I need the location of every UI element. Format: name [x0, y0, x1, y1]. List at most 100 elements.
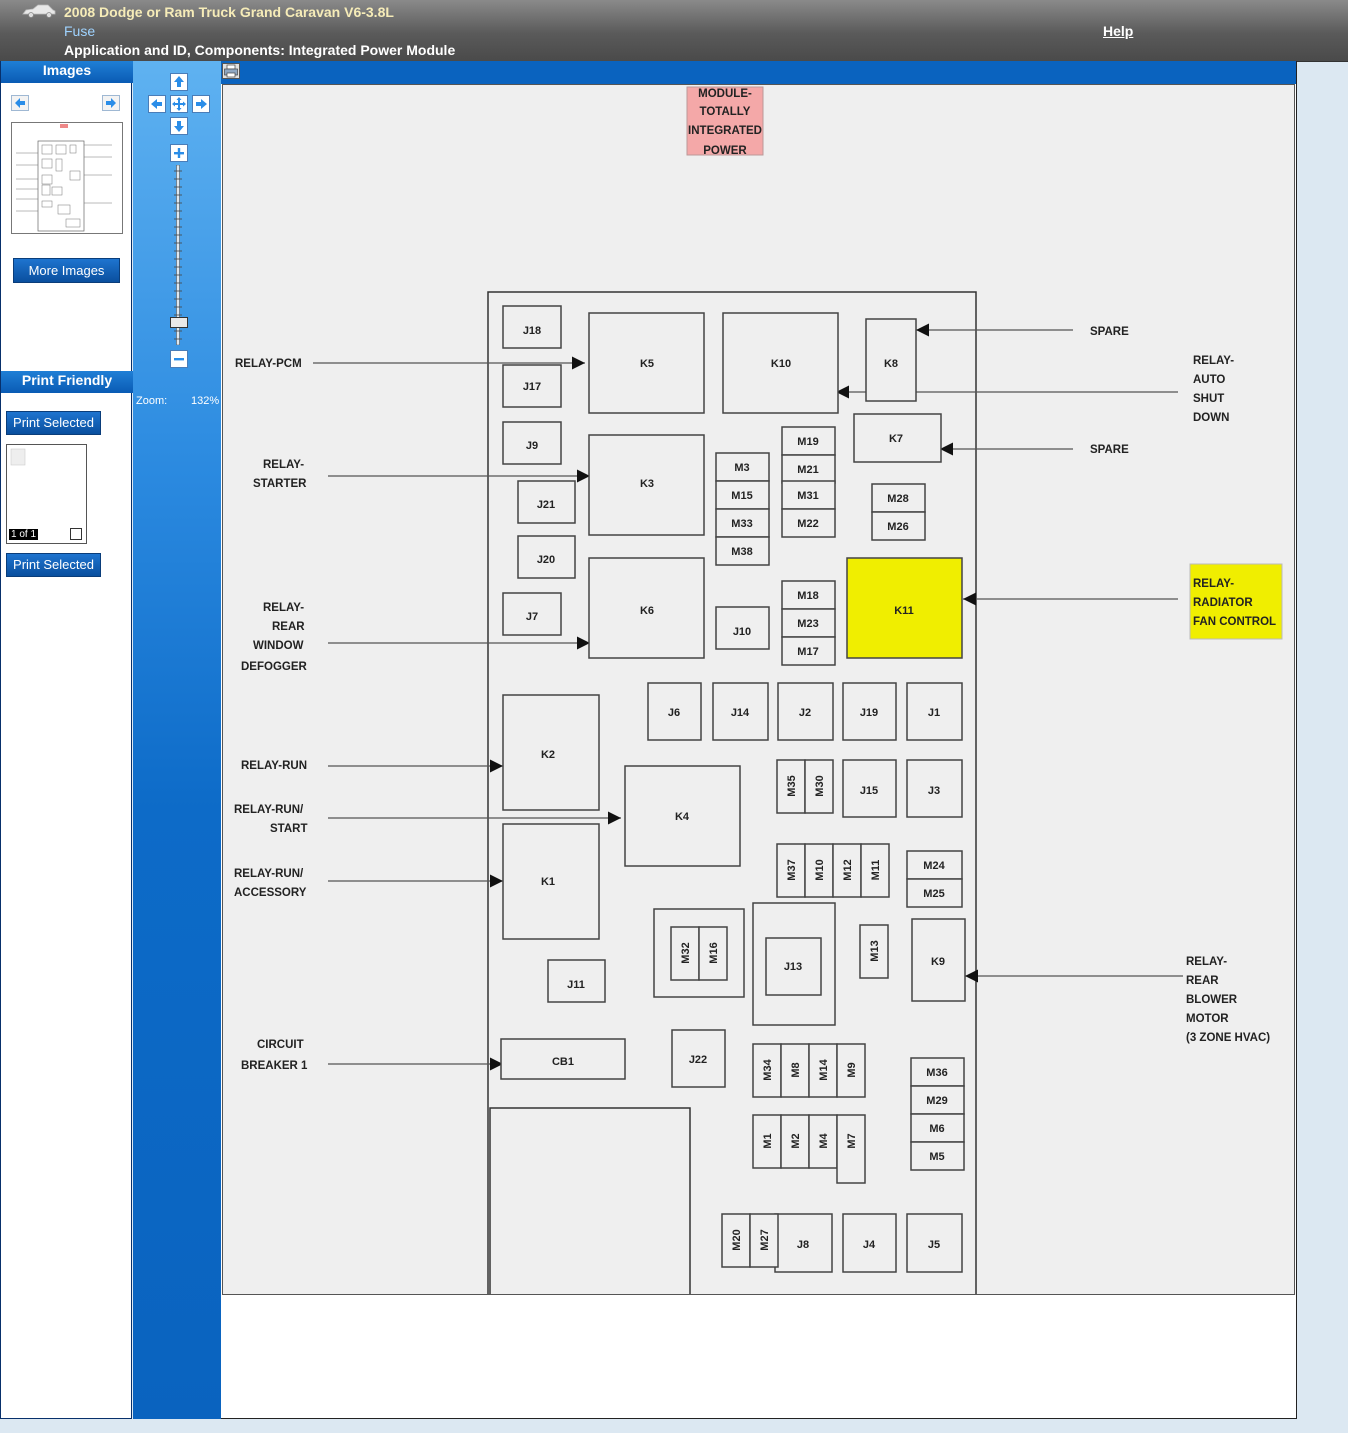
comp-M26: M26	[887, 521, 908, 533]
comp-J19: J19	[860, 707, 878, 719]
comp-M21: M21	[797, 464, 818, 476]
comp-J7: J7	[526, 611, 538, 623]
category-link[interactable]: Fuse	[64, 23, 95, 39]
comp-M6: M6	[929, 1123, 944, 1135]
arrow-down-icon	[174, 121, 184, 132]
comp-M38: M38	[731, 546, 752, 558]
arrow-right-icon	[106, 98, 116, 108]
label-blower-1: RELAY-	[1186, 956, 1227, 968]
print-button[interactable]	[222, 63, 240, 79]
fuse-diagram-svg: MODULE- TOTALLY INTEGRATED POWER RELAY-P…	[234, 86, 1283, 1294]
comp-M27: M27	[759, 1229, 771, 1250]
zoom-in-button[interactable]	[170, 144, 188, 162]
label-relay-run: RELAY-RUN	[241, 760, 307, 772]
label-spare-2: SPARE	[1090, 444, 1129, 456]
help-link[interactable]: Help	[1103, 23, 1133, 39]
comp-M35: M35	[786, 775, 798, 796]
comp-K2: K2	[541, 749, 555, 761]
arrow-left-icon	[15, 98, 25, 108]
label-relay-pcm: RELAY-PCM	[235, 358, 302, 370]
comp-K1: K1	[541, 876, 555, 888]
comp-M1: M1	[762, 1133, 774, 1148]
comp-M5: M5	[929, 1151, 944, 1163]
title-line-2: TOTALLY	[700, 106, 751, 118]
comp-K5: K5	[640, 358, 654, 370]
label-fan-1: RELAY-	[1193, 578, 1234, 590]
fuse-diagram[interactable]: MODULE- TOTALLY INTEGRATED POWER RELAY-P…	[222, 84, 1295, 1295]
comp-M25: M25	[923, 888, 944, 900]
comp-K9: K9	[931, 956, 945, 968]
comp-M33: M33	[731, 518, 752, 530]
plus-icon	[174, 148, 184, 158]
minus-icon	[174, 358, 184, 361]
label-asd-4: DOWN	[1193, 412, 1229, 424]
comp-M19: M19	[797, 436, 818, 448]
pan-right-button[interactable]	[192, 95, 210, 113]
comp-M4: M4	[818, 1132, 830, 1148]
comp-M18: M18	[797, 590, 818, 602]
label-defogger-2: REAR	[272, 621, 305, 633]
comp-J1: J1	[928, 707, 940, 719]
images-header: Images	[1, 61, 133, 83]
label-blower-2: REAR	[1186, 975, 1219, 987]
comp-M17: M17	[797, 646, 818, 658]
print-selected-button-top[interactable]: Print Selected	[6, 411, 101, 435]
label-relay-starter-1: RELAY-	[263, 459, 304, 471]
printer-icon	[224, 64, 238, 78]
label-defogger-3: WINDOW	[253, 640, 304, 652]
comp-M14: M14	[818, 1058, 830, 1080]
header-bar: 2008 Dodge or Ram Truck Grand Caravan V6…	[0, 0, 1348, 62]
page-select-checkbox[interactable]	[70, 528, 82, 540]
comp-J2: J2	[799, 707, 811, 719]
title-line-1: MODULE-	[698, 88, 752, 100]
zoom-slider-handle[interactable]	[170, 317, 188, 328]
comp-M2: M2	[790, 1133, 802, 1148]
comp-J20: J20	[537, 554, 555, 566]
zoom-label: Zoom:	[136, 395, 168, 407]
pan-down-button[interactable]	[170, 117, 188, 135]
pan-left-button[interactable]	[148, 95, 166, 113]
label-run-acc-1: RELAY-RUN/	[234, 868, 304, 880]
comp-K6: K6	[640, 605, 654, 617]
left-panel: Images More Images Print Friendly Print …	[0, 61, 133, 1419]
pan-center-button[interactable]	[170, 95, 188, 113]
comp-K7: K7	[889, 433, 903, 445]
label-asd-3: SHUT	[1193, 393, 1224, 405]
next-image-button[interactable]	[102, 95, 120, 111]
label-asd-1: RELAY-	[1193, 355, 1234, 367]
comp-J17: J17	[523, 381, 541, 393]
arrow-left-icon	[151, 99, 162, 109]
comp-J11: J11	[567, 979, 585, 991]
pan-up-button[interactable]	[170, 73, 188, 91]
zoom-out-button[interactable]	[170, 350, 188, 368]
page-preview-icon	[10, 448, 26, 466]
comp-K10: K10	[771, 358, 791, 370]
comp-CB1: CB1	[552, 1056, 574, 1068]
comp-M28: M28	[887, 493, 908, 505]
comp-M10: M10	[814, 859, 826, 880]
comp-M20: M20	[731, 1229, 743, 1250]
comp-M32: M32	[680, 942, 692, 963]
viewer-toolbar	[221, 61, 1296, 84]
label-blower-3: BLOWER	[1186, 994, 1238, 1006]
image-thumbnail[interactable]	[11, 122, 123, 234]
comp-K3: K3	[640, 478, 654, 490]
print-page-thumbnail[interactable]: 1 of 1	[6, 444, 87, 544]
more-images-button[interactable]: More Images	[13, 258, 120, 283]
comp-J8: J8	[797, 1239, 809, 1251]
navigation-column: Zoom: 132%	[133, 61, 221, 1419]
comp-J3: J3	[928, 785, 940, 797]
prev-image-button[interactable]	[11, 95, 29, 111]
label-run-start-1: RELAY-RUN/	[234, 804, 304, 816]
title-line-4: POWER	[703, 145, 747, 157]
comp-M34: M34	[762, 1058, 774, 1080]
comp-M13: M13	[869, 940, 881, 961]
label-run-acc-2: ACCESSORY	[234, 887, 307, 899]
module-title: MODULE- TOTALLY INTEGRATED POWER	[686, 86, 764, 157]
print-selected-button-bottom[interactable]: Print Selected	[6, 553, 101, 577]
comp-J4: J4	[863, 1239, 876, 1251]
label-run-start-2: START	[270, 823, 307, 835]
comp-J13: J13	[784, 961, 802, 973]
label-fan-2: RADIATOR	[1193, 597, 1253, 609]
comp-J14: J14	[731, 707, 750, 719]
